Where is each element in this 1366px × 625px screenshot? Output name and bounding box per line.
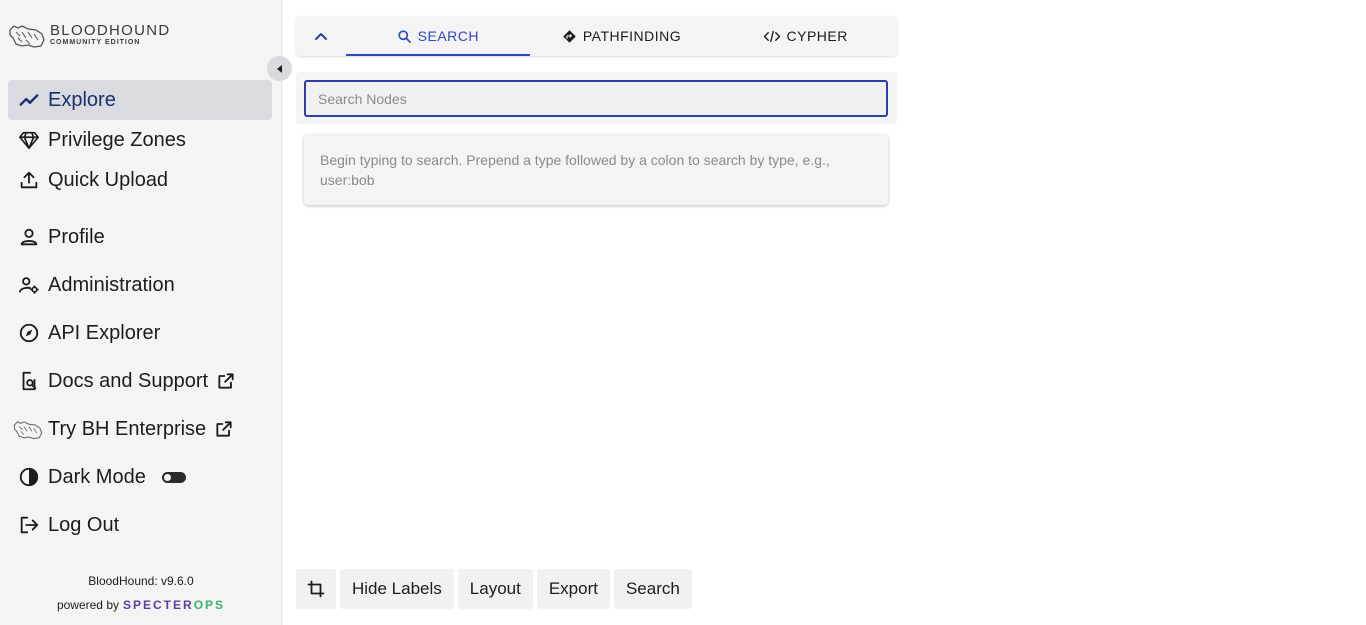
crop-icon xyxy=(307,580,325,598)
sidebar-item-docs-and-support[interactable]: Docs and Support xyxy=(8,361,272,401)
sidebar-item-privilege-zones[interactable]: Privilege Zones xyxy=(8,120,272,160)
search-panel xyxy=(296,72,897,124)
specterops-logo: SPECTEROPS xyxy=(123,598,225,612)
trend-line-icon xyxy=(18,89,40,111)
sidebar-item-label: Explore xyxy=(48,88,116,111)
brand-title: BLOODHOUND xyxy=(50,22,171,39)
graph-toolbar: Hide Labels Layout Export Search xyxy=(296,569,692,609)
code-icon xyxy=(763,30,780,42)
dark-mode-toggle[interactable] xyxy=(161,471,186,483)
bloodhound-dog-icon xyxy=(10,418,46,440)
sidebar-item-label: Profile xyxy=(48,225,105,248)
vendor-name-b: OPS xyxy=(193,598,226,612)
diamond-route-icon xyxy=(563,29,576,43)
sidebar-item-log-out[interactable]: Log Out xyxy=(8,505,272,545)
sidebar-item-label: Docs and Support xyxy=(48,369,209,392)
gem-icon xyxy=(18,129,40,151)
doc-search-icon xyxy=(18,370,40,392)
sidebar-item-label: Dark Mode xyxy=(48,465,146,488)
user-gear-icon xyxy=(18,274,40,296)
sidebar-item-label: Administration xyxy=(48,273,175,296)
sidebar-item-dark-mode[interactable]: Dark Mode xyxy=(8,457,272,497)
search-button[interactable]: Search xyxy=(613,569,692,609)
sidebar-item-api-explorer[interactable]: API Explorer xyxy=(8,313,272,353)
layout-button[interactable]: Layout xyxy=(457,569,533,609)
sidebar: BLOODHOUND COMMUNITY EDITION Explore Pri… xyxy=(0,0,282,625)
export-button[interactable]: Export xyxy=(536,569,610,609)
tab-label: PATHFINDING xyxy=(582,28,682,44)
search-input[interactable] xyxy=(304,80,888,117)
tab-label: SEARCH xyxy=(417,28,480,44)
sidebar-item-profile[interactable]: Profile xyxy=(8,217,272,257)
half-circle-icon xyxy=(18,466,40,488)
powered-by-label: powered by xyxy=(56,598,119,612)
version-text: BloodHound: v9.6.0 xyxy=(88,574,194,588)
compass-icon xyxy=(18,322,40,344)
sidebar-item-label: Try BH Enterprise xyxy=(48,417,207,440)
explore-tabs: SEARCH PATHFINDING CYPHER xyxy=(296,16,897,56)
caret-left-icon xyxy=(276,64,282,73)
vendor-name-a: SPECTER xyxy=(123,598,194,612)
hide-labels-button[interactable]: Hide Labels xyxy=(340,569,454,609)
tab-cypher[interactable]: CYPHER xyxy=(713,16,897,56)
chevron-up-icon xyxy=(315,33,327,40)
search-hint: Begin typing to search. Prepend a type f… xyxy=(304,134,888,205)
powered-by: powered by SPECTEROPS xyxy=(0,598,282,612)
external-link-icon xyxy=(214,419,234,439)
brand-subtitle: COMMUNITY EDITION xyxy=(50,39,141,46)
sidebar-item-label: Log Out xyxy=(48,513,120,536)
tab-pathfinding[interactable]: PATHFINDING xyxy=(530,16,714,56)
bloodhound-dog-icon xyxy=(9,25,45,48)
tab-label: CYPHER xyxy=(786,28,848,44)
collapse-panel-button[interactable] xyxy=(296,16,346,56)
sidebar-item-quick-upload[interactable]: Quick Upload xyxy=(8,160,272,200)
sidebar-item-explore[interactable]: Explore xyxy=(8,80,272,120)
sidebar-item-administration[interactable]: Administration xyxy=(8,265,272,305)
logout-icon xyxy=(18,514,40,536)
collapse-sidebar-button[interactable] xyxy=(267,56,292,81)
sidebar-item-try-bh-enterprise[interactable]: Try BH Enterprise xyxy=(8,409,272,449)
sidebar-item-label: API Explorer xyxy=(48,321,161,344)
user-icon xyxy=(18,226,40,248)
upload-icon xyxy=(18,169,40,191)
sidebar-nav: Explore Privilege Zones Quick Upload Pro… xyxy=(8,80,272,545)
sidebar-item-label: Privilege Zones xyxy=(48,128,186,151)
external-link-icon xyxy=(216,371,236,391)
search-icon xyxy=(398,29,411,43)
bloodhound-logo[interactable]: BLOODHOUND COMMUNITY EDITION xyxy=(8,20,171,50)
sidebar-item-label: Quick Upload xyxy=(48,168,169,191)
tab-search[interactable]: SEARCH xyxy=(346,16,530,56)
crop-button[interactable] xyxy=(296,569,336,609)
